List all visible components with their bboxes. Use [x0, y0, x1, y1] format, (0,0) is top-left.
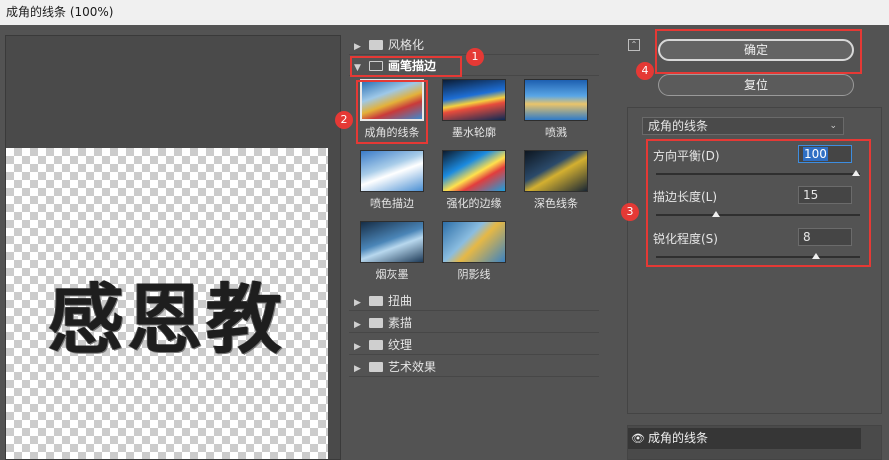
preview-scroll-strip: [328, 148, 340, 459]
annotation-badge: 2: [335, 111, 353, 129]
highlight-ok-button: [655, 29, 862, 74]
folder-sketch[interactable]: ▶ 素描: [349, 313, 599, 333]
filter-select-value: 成角的线条: [648, 119, 709, 133]
thumbnail-label: 墨水轮廓: [452, 126, 496, 139]
effect-layers: 👁 成角的线条: [627, 425, 882, 460]
thumbnail-image: [360, 150, 424, 192]
thumbnail-image: [360, 221, 424, 263]
thumbnail-image: [442, 221, 506, 263]
filter-thumb-dark-strokes[interactable]: 深色线条: [523, 150, 589, 211]
thumbnail-image: [442, 150, 506, 192]
folder-icon: [369, 295, 383, 306]
thumbnail-label: 深色线条: [534, 197, 578, 210]
folder-label: 风格化: [388, 38, 425, 52]
folder-label: 纹理: [388, 338, 413, 352]
filter-thumb-ink-outlines[interactable]: 墨水轮廓: [441, 79, 507, 140]
effect-layer-row[interactable]: 👁 成角的线条: [628, 428, 861, 449]
collapsed-triangle-icon: ▶: [354, 320, 361, 330]
window-title: 成角的线条 (100%): [0, 0, 889, 25]
thumbnail-label: 烟灰墨: [375, 268, 409, 281]
folder-artistic[interactable]: ▶ 艺术效果: [349, 357, 599, 377]
eye-icon[interactable]: 👁: [628, 428, 648, 449]
filter-thumb-accented-edges[interactable]: 强化的边缘: [441, 150, 507, 211]
collapsed-triangle-icon: ▶: [354, 342, 361, 352]
collapsed-triangle-icon: ▶: [354, 364, 361, 374]
highlight-angled-strokes-thumb: [356, 80, 428, 144]
folder-icon: [369, 317, 383, 328]
filter-thumb-crosshatch[interactable]: 阴影线: [441, 221, 507, 282]
reset-button[interactable]: 复位: [658, 74, 854, 96]
folder-texture[interactable]: ▶ 纹理: [349, 335, 599, 355]
folder-label: 素描: [388, 316, 413, 330]
annotation-badge: 4: [636, 62, 654, 80]
folder-label: 艺术效果: [388, 360, 437, 374]
thumbnail-label: 喷溅: [545, 126, 567, 139]
filter-select[interactable]: 成角的线条 ⌄: [642, 117, 844, 135]
preview-text: 感恩教: [48, 275, 285, 364]
filter-thumb-spatter[interactable]: 喷溅: [523, 79, 589, 140]
thumbnail-image: [442, 79, 506, 121]
effect-layer-label: 成角的线条: [648, 431, 709, 445]
filter-thumb-sumi-e[interactable]: 烟灰墨: [359, 221, 425, 282]
highlight-parameters: [646, 139, 871, 267]
thumbnail-label: 阴影线: [457, 268, 491, 281]
filter-thumb-sprayed-strokes[interactable]: 喷色描边: [359, 150, 425, 211]
chevron-down-icon: ⌄: [829, 121, 837, 131]
highlight-brush-strokes-folder: [350, 56, 462, 77]
thumbnail-image: [524, 150, 588, 192]
folder-icon: [369, 361, 383, 372]
folder-icon: [369, 339, 383, 350]
thumbnail-image: [524, 79, 588, 121]
annotation-badge: 1: [466, 48, 484, 66]
thumbnail-label: 强化的边缘: [446, 197, 502, 210]
annotation-badge: 3: [621, 203, 639, 221]
collapsed-triangle-icon: ▶: [354, 42, 361, 52]
collapsed-triangle-icon: ▶: [354, 298, 361, 308]
collapse-icon[interactable]: ⌃: [628, 39, 640, 51]
thumbnail-label: 喷色描边: [370, 197, 414, 210]
folder-icon: [369, 39, 383, 50]
folder-label: 扭曲: [388, 294, 413, 308]
preview-pane[interactable]: 感恩教: [5, 35, 341, 460]
folder-distort[interactable]: ▶ 扭曲: [349, 291, 599, 311]
